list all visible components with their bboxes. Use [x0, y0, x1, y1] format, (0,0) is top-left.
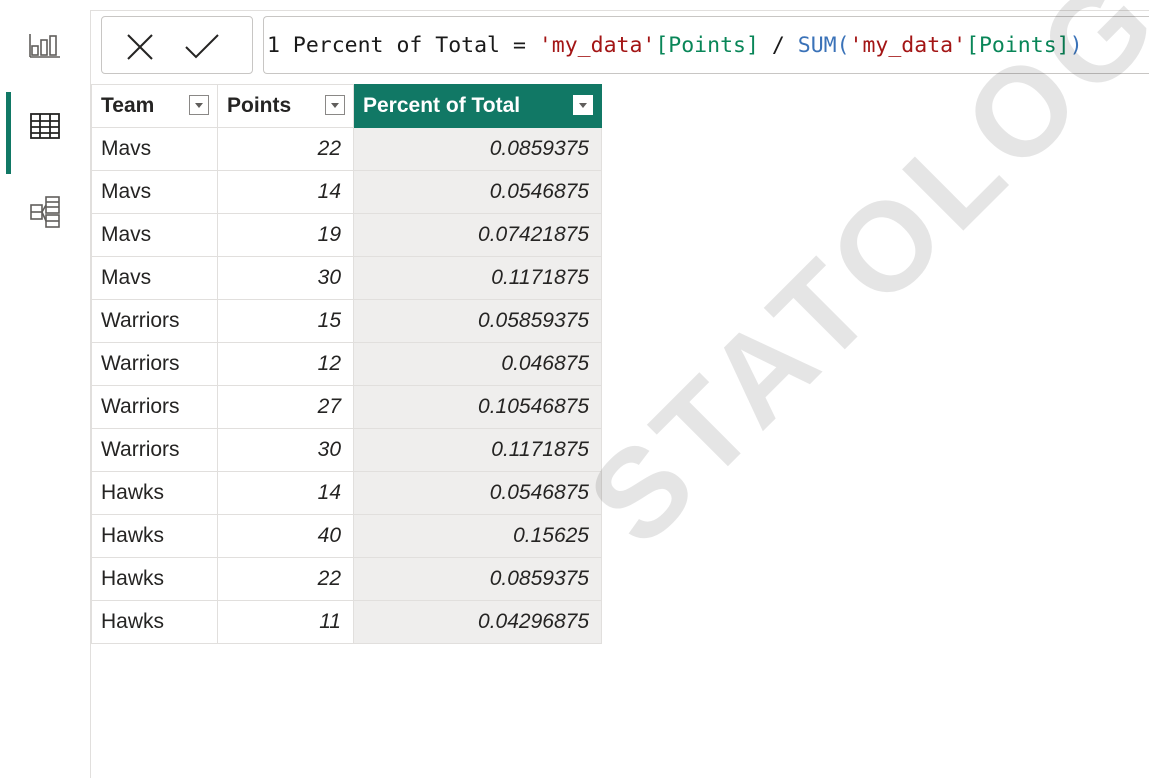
table-row[interactable]: Warriors 30 0.1171875 [91, 428, 602, 472]
line-number: 1 [267, 33, 280, 58]
formula-input[interactable]: 1 Percent of Total = 'my_data'[Points] /… [263, 16, 1149, 74]
points-cell[interactable]: 11 [217, 600, 354, 644]
percent-cell[interactable]: 0.07421875 [353, 213, 602, 257]
formula-action-group [101, 16, 253, 74]
report-view-button[interactable] [0, 20, 90, 76]
column-header-label: Team [101, 94, 155, 117]
column-header-percent-of-total[interactable]: Percent of Total [353, 84, 602, 128]
measure-name: Percent of Total = [279, 33, 539, 58]
points-cell[interactable]: 22 [217, 127, 354, 171]
table-row[interactable]: Hawks 11 0.04296875 [91, 600, 602, 644]
percent-cell[interactable]: 0.046875 [353, 342, 602, 386]
table-row[interactable]: Hawks 22 0.0859375 [91, 557, 602, 601]
commit-formula-button[interactable] [182, 29, 219, 65]
points-cell[interactable]: 40 [217, 514, 354, 558]
column-header-label: Points [227, 94, 292, 117]
table-row[interactable]: Warriors 27 0.10546875 [91, 385, 602, 429]
team-cell[interactable]: Mavs [91, 170, 218, 214]
model-diagram-icon [28, 195, 64, 234]
percent-cell[interactable]: 0.0546875 [353, 471, 602, 515]
percent-cell[interactable]: 0.15625 [353, 514, 602, 558]
close-icon [127, 34, 153, 60]
operator: / [758, 33, 798, 58]
team-cell[interactable]: Hawks [91, 600, 218, 644]
percent-cell[interactable]: 0.0546875 [353, 170, 602, 214]
column-header-points[interactable]: Points [217, 84, 354, 128]
points-cell[interactable]: 14 [217, 471, 354, 515]
points-cell[interactable]: 12 [217, 342, 354, 386]
table-row[interactable]: Warriors 12 0.046875 [91, 342, 602, 386]
column-reference: [Points] [655, 33, 759, 58]
filter-dropdown-icon[interactable] [189, 95, 209, 115]
ribbon-edge [90, 0, 1149, 11]
bar-chart-icon [28, 31, 64, 66]
team-cell[interactable]: Mavs [91, 127, 218, 171]
points-cell[interactable]: 30 [217, 428, 354, 472]
checkmark-icon [185, 34, 219, 59]
table-row[interactable]: Hawks 40 0.15625 [91, 514, 602, 558]
team-cell[interactable]: Hawks [91, 557, 218, 601]
team-cell[interactable]: Hawks [91, 514, 218, 558]
table-reference: 'my_data' [538, 33, 656, 58]
team-cell[interactable]: Warriors [91, 385, 218, 429]
points-cell[interactable]: 27 [217, 385, 354, 429]
table-row[interactable]: Mavs 30 0.1171875 [91, 256, 602, 300]
model-view-button[interactable] [0, 186, 90, 242]
team-cell[interactable]: Warriors [91, 428, 218, 472]
percent-cell[interactable]: 0.1171875 [353, 256, 602, 300]
data-table: Team Points Percent of Total Mavs 22 0.085… [91, 84, 602, 644]
close-paren: ) [1069, 33, 1083, 58]
percent-cell[interactable]: 0.10546875 [353, 385, 602, 429]
table-reference: 'my_data' [849, 33, 967, 58]
percent-cell[interactable]: 0.05859375 [353, 299, 602, 343]
table-view-button[interactable] [0, 100, 90, 156]
team-cell[interactable]: Hawks [91, 471, 218, 515]
table-row[interactable]: Mavs 14 0.0546875 [91, 170, 602, 214]
points-cell[interactable]: 22 [217, 557, 354, 601]
percent-cell[interactable]: 0.1171875 [353, 428, 602, 472]
column-header-label: Percent of Total [363, 94, 521, 117]
points-cell[interactable]: 15 [217, 299, 354, 343]
table-row[interactable]: Hawks 14 0.0546875 [91, 471, 602, 515]
table-grid-icon [28, 111, 64, 146]
function-name: SUM( [797, 33, 850, 58]
filter-dropdown-icon[interactable] [325, 95, 345, 115]
header-row: Team Points Percent of Total [91, 84, 602, 128]
percent-cell[interactable]: 0.0859375 [353, 557, 602, 601]
column-header-team[interactable]: Team [91, 84, 218, 128]
team-cell[interactable]: Warriors [91, 299, 218, 343]
percent-cell[interactable]: 0.0859375 [353, 127, 602, 171]
team-cell[interactable]: Mavs [91, 213, 218, 257]
view-rail [0, 0, 91, 778]
filter-dropdown-icon[interactable] [573, 95, 593, 115]
team-cell[interactable]: Mavs [91, 256, 218, 300]
table-row[interactable]: Warriors 15 0.05859375 [91, 299, 602, 343]
percent-cell[interactable]: 0.04296875 [353, 600, 602, 644]
cancel-formula-button[interactable] [122, 29, 158, 65]
column-reference: [Points] [966, 33, 1070, 58]
points-cell[interactable]: 30 [217, 256, 354, 300]
points-cell[interactable]: 19 [217, 213, 354, 257]
points-cell[interactable]: 14 [217, 170, 354, 214]
table-row[interactable]: Mavs 19 0.07421875 [91, 213, 602, 257]
team-cell[interactable]: Warriors [91, 342, 218, 386]
watermark: STATOLOGY.COM [561, 0, 1149, 572]
table-row[interactable]: Mavs 22 0.0859375 [91, 127, 602, 171]
